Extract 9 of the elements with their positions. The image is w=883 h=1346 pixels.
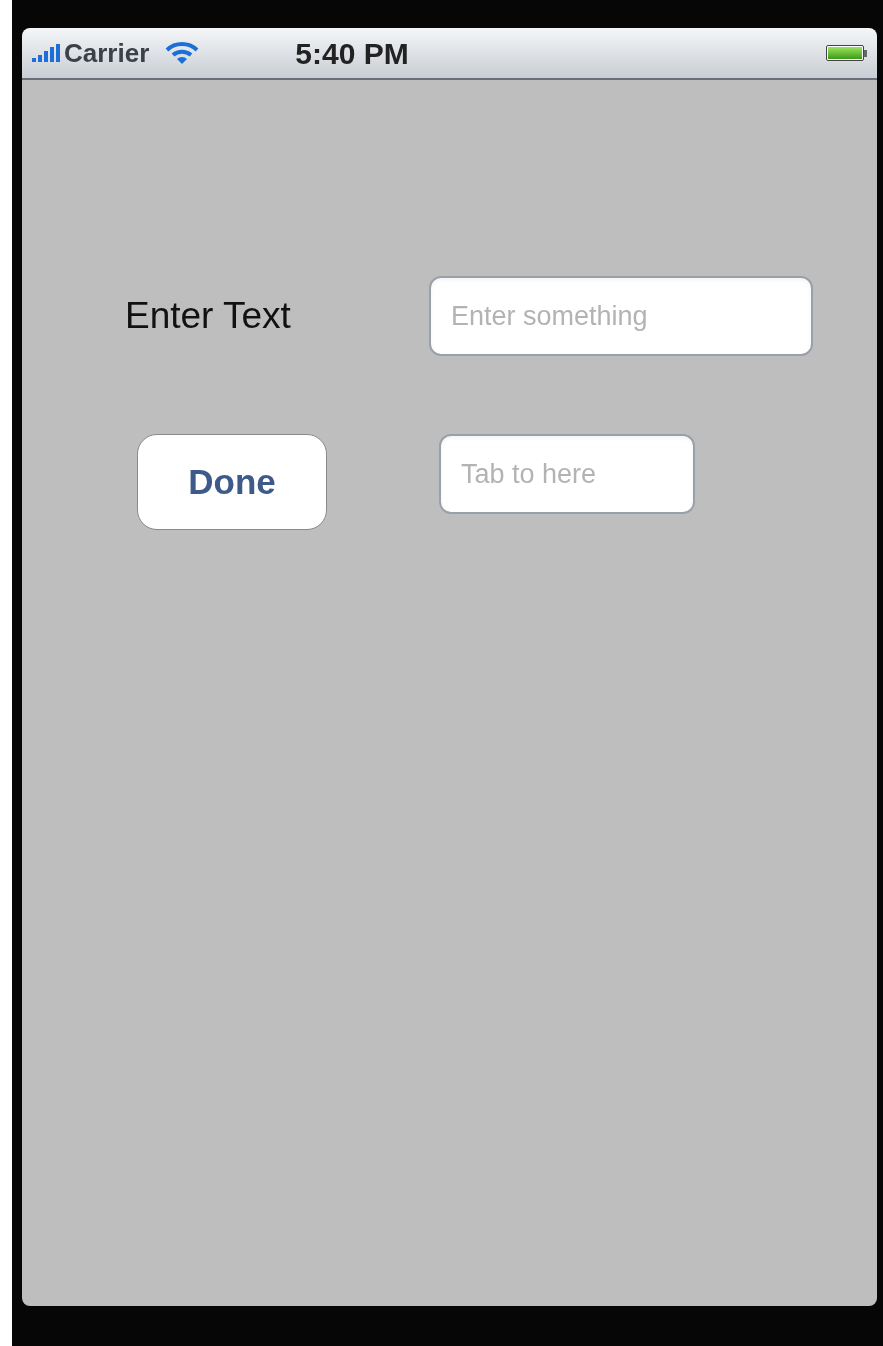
clock: 5:40 PM	[295, 35, 409, 72]
signal-icon	[32, 44, 60, 62]
battery-icon	[826, 45, 867, 61]
done-button[interactable]: Done	[137, 434, 327, 530]
wifi-icon	[165, 41, 200, 65]
text-field[interactable]: Tab to here	[439, 434, 695, 514]
field-label: Enter Text	[125, 294, 292, 339]
text-field[interactable]: Enter something	[429, 276, 813, 356]
carrier-name: Carrier	[64, 36, 150, 70]
